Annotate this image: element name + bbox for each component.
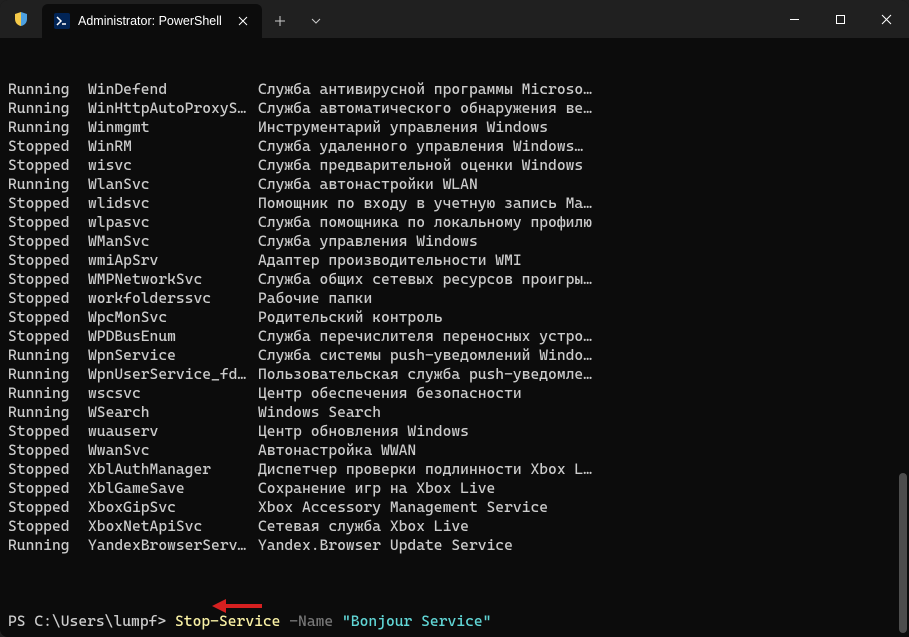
terminal-output[interactable]: RunningWinDefendСлужба антивирусной прог… <box>0 38 909 637</box>
close-button[interactable] <box>863 0 909 38</box>
service-row: StoppedwisvcСлужба предварительной оценк… <box>8 156 901 175</box>
scrollbar[interactable] <box>897 38 909 637</box>
scrollbar-thumb[interactable] <box>899 473 907 633</box>
service-row: StoppedXblGameSaveСохранение игр на Xbox… <box>8 479 901 498</box>
service-row: RunningWSearchWindows Search <box>8 403 901 422</box>
service-row: StoppedwlpasvcСлужба помощника по локаль… <box>8 213 901 232</box>
powershell-icon <box>54 13 70 29</box>
service-row: StoppedXboxGipSvcXbox Accessory Manageme… <box>8 498 901 517</box>
service-row: StoppedWinRMСлужба удаленного управления… <box>8 137 901 156</box>
service-row: StoppedworkfolderssvcРабочие папки <box>8 289 901 308</box>
service-row: StoppedWPDBusEnumСлужба перечислителя пе… <box>8 327 901 346</box>
service-row: RunningwscsvcЦентр обеспечения безопасно… <box>8 384 901 403</box>
terminal-window: Administrator: PowerShell RunningWinDefe… <box>0 0 909 637</box>
service-row: RunningWinHttpAutoProxyS…Служба автомати… <box>8 99 901 118</box>
service-row: RunningWinDefendСлужба антивирусной прог… <box>8 80 901 99</box>
service-row: StoppedWwanSvcАвтонастройка WWAN <box>8 441 901 460</box>
service-row: RunningYandexBrowserServ…Yandex.Browser … <box>8 536 901 555</box>
command-line-1: PS C:\Users\lumpf> Stop-Service -Name "B… <box>8 612 901 631</box>
service-row: StoppedwlidsvcПомощник по входу в учетну… <box>8 194 901 213</box>
tab-close-button[interactable] <box>234 12 252 30</box>
tab-active[interactable]: Administrator: PowerShell <box>42 4 262 38</box>
uac-shield-icon <box>0 0 42 38</box>
service-row: StoppedwmiApSrvАдаптер производительност… <box>8 251 901 270</box>
tab-dropdown-button[interactable] <box>298 4 334 38</box>
minimize-button[interactable] <box>771 0 817 38</box>
service-row: RunningWpnServiceСлужба системы push-уве… <box>8 346 901 365</box>
new-tab-button[interactable] <box>262 4 298 38</box>
service-row: StoppedWMPNetworkSvcСлужба общих сетевых… <box>8 270 901 289</box>
service-row: RunningWinmgmtИнструментарий управления … <box>8 118 901 137</box>
service-row: StoppedWManSvcСлужба управления Windows <box>8 232 901 251</box>
service-row: RunningWpnUserService_fd…Пользовательска… <box>8 365 901 384</box>
service-row: StoppedXblAuthManagerДиспетчер проверки … <box>8 460 901 479</box>
service-row: StoppedWpcMonSvcРодительский контроль <box>8 308 901 327</box>
service-row: StoppedXboxNetApiSvcСетевая служба Xbox … <box>8 517 901 536</box>
tab-title: Administrator: PowerShell <box>78 14 226 28</box>
service-row: StoppedwuauservЦентр обновления Windows <box>8 422 901 441</box>
maximize-button[interactable] <box>817 0 863 38</box>
service-row: RunningWlanSvcСлужба автонастройки WLAN <box>8 175 901 194</box>
titlebar: Administrator: PowerShell <box>0 0 909 38</box>
